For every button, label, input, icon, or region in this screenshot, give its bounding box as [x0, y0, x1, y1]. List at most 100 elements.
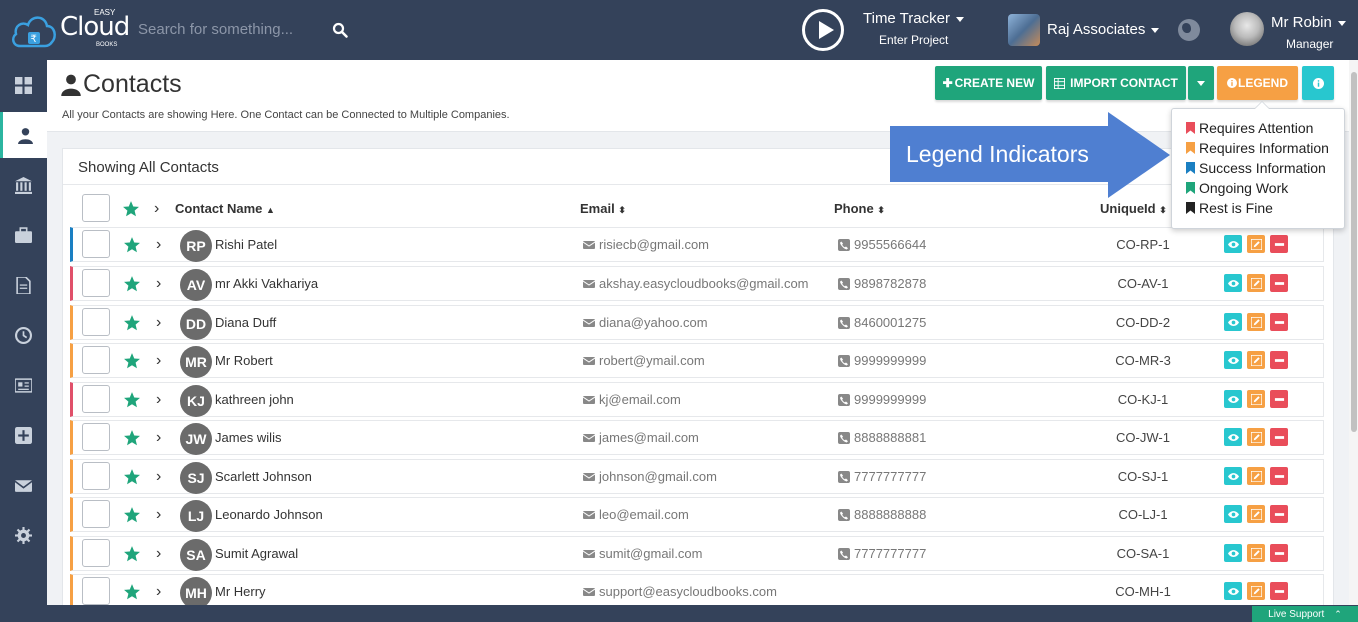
globe-icon[interactable]: [1178, 19, 1200, 41]
table-row[interactable]: › LJ Leonardo Johnson leo@email.com 88888888…: [70, 497, 1324, 532]
import-contact-button[interactable]: IMPORT CONTACT: [1046, 66, 1186, 100]
delete-button[interactable]: [1270, 544, 1288, 562]
sidebar-item-add[interactable]: [0, 412, 47, 458]
delete-button[interactable]: [1270, 313, 1288, 331]
edit-button[interactable]: [1247, 351, 1265, 369]
expand-row-chevron-icon[interactable]: ›: [156, 314, 161, 332]
legend-button[interactable]: LEGEND: [1217, 66, 1298, 100]
contact-name[interactable]: mr Akki Vakhariya: [215, 276, 318, 291]
contact-name[interactable]: Diana Duff: [215, 315, 276, 330]
table-row[interactable]: › MR Mr Robert robert@ymail.com 9999999999 CO…: [70, 343, 1324, 378]
search-input[interactable]: Search for something...: [138, 21, 293, 38]
contact-name[interactable]: Mr Robert: [215, 353, 273, 368]
view-button[interactable]: [1224, 582, 1242, 600]
row-checkbox[interactable]: [82, 230, 110, 258]
company-avatar[interactable]: [1008, 14, 1040, 46]
table-row[interactable]: › JW James wilis james@mail.com 8888888881 CO…: [70, 420, 1324, 455]
view-button[interactable]: [1224, 390, 1242, 408]
row-checkbox[interactable]: [82, 308, 110, 336]
view-button[interactable]: [1224, 544, 1242, 562]
enter-project-label[interactable]: Enter Project: [879, 33, 948, 47]
company-dropdown[interactable]: Raj Associates: [1047, 21, 1160, 38]
table-row[interactable]: › RP Rishi Patel risiecb@gmail.com 995556664…: [70, 227, 1324, 262]
edit-button[interactable]: [1247, 428, 1265, 446]
create-new-button[interactable]: ✚ CREATE NEW: [935, 66, 1042, 100]
star-icon[interactable]: [123, 314, 141, 332]
contact-name[interactable]: Leonardo Johnson: [215, 507, 323, 522]
edit-button[interactable]: [1247, 467, 1265, 485]
delete-button[interactable]: [1270, 582, 1288, 600]
view-button[interactable]: [1224, 235, 1242, 253]
row-checkbox[interactable]: [82, 500, 110, 528]
star-icon[interactable]: [123, 352, 141, 370]
user-avatar[interactable]: [1230, 12, 1264, 46]
sidebar-item-settings[interactable]: [0, 512, 47, 558]
expand-row-chevron-icon[interactable]: ›: [156, 583, 161, 601]
sidebar-item-news[interactable]: [0, 362, 47, 408]
column-header-name[interactable]: Contact Name ▲: [175, 201, 275, 216]
edit-button[interactable]: [1247, 544, 1265, 562]
row-checkbox[interactable]: [82, 577, 110, 605]
contact-name[interactable]: James wilis: [215, 430, 281, 445]
star-icon[interactable]: [123, 275, 141, 293]
sidebar-item-dashboard[interactable]: [0, 62, 47, 108]
delete-button[interactable]: [1270, 505, 1288, 523]
delete-button[interactable]: [1270, 351, 1288, 369]
sidebar-item-time[interactable]: [0, 312, 47, 358]
view-button[interactable]: [1224, 505, 1242, 523]
user-menu-dropdown[interactable]: Mr Robin: [1271, 14, 1346, 31]
star-icon[interactable]: [123, 545, 141, 563]
sidebar-item-documents[interactable]: [0, 262, 47, 308]
expand-row-chevron-icon[interactable]: ›: [156, 506, 161, 524]
time-tracker-dropdown[interactable]: Time Tracker: [863, 10, 964, 27]
star-icon[interactable]: [123, 468, 141, 486]
view-button[interactable]: [1224, 274, 1242, 292]
view-button[interactable]: [1224, 351, 1242, 369]
sidebar-item-mail[interactable]: [0, 462, 47, 508]
view-button[interactable]: [1224, 467, 1242, 485]
expand-row-chevron-icon[interactable]: ›: [156, 468, 161, 486]
row-checkbox[interactable]: [82, 269, 110, 297]
column-header-uniqueid[interactable]: UniqueId ⬍: [1100, 201, 1167, 216]
edit-button[interactable]: [1247, 274, 1265, 292]
table-row[interactable]: › SA Sumit Agrawal sumit@gmail.com 777777777…: [70, 536, 1324, 571]
select-all-checkbox[interactable]: [82, 194, 110, 222]
expand-row-chevron-icon[interactable]: ›: [156, 545, 161, 563]
sidebar-item-bank[interactable]: [0, 162, 47, 208]
app-logo[interactable]: ₹ Cloud EASY BOOKS: [8, 6, 130, 54]
edit-button[interactable]: [1247, 235, 1265, 253]
contact-name[interactable]: Scarlett Johnson: [215, 469, 312, 484]
table-row[interactable]: › DD Diana Duff diana@yahoo.com 8460001275 CO…: [70, 305, 1324, 340]
star-icon[interactable]: [123, 391, 141, 409]
delete-button[interactable]: [1270, 235, 1288, 253]
contact-name[interactable]: Sumit Agrawal: [215, 546, 298, 561]
sidebar-item-projects[interactable]: [0, 212, 47, 258]
table-row[interactable]: › KJ kathreen john kj@email.com 9999999999 CO…: [70, 382, 1324, 417]
expand-row-chevron-icon[interactable]: ›: [156, 352, 161, 370]
info-button[interactable]: [1302, 66, 1334, 100]
star-icon[interactable]: [122, 200, 140, 218]
row-checkbox[interactable]: [82, 346, 110, 374]
expand-row-chevron-icon[interactable]: ›: [156, 236, 161, 254]
contact-name[interactable]: kathreen john: [215, 392, 294, 407]
import-options-dropdown[interactable]: [1188, 66, 1214, 100]
live-support-button[interactable]: Live Support ⌃: [1252, 606, 1358, 622]
view-button[interactable]: [1224, 428, 1242, 446]
row-checkbox[interactable]: [82, 423, 110, 451]
delete-button[interactable]: [1270, 467, 1288, 485]
row-checkbox[interactable]: [82, 462, 110, 490]
search-icon[interactable]: [332, 22, 348, 38]
expand-row-chevron-icon[interactable]: ›: [156, 275, 161, 293]
star-icon[interactable]: [123, 236, 141, 254]
expand-row-chevron-icon[interactable]: ›: [156, 429, 161, 447]
view-button[interactable]: [1224, 313, 1242, 331]
delete-button[interactable]: [1270, 390, 1288, 408]
edit-button[interactable]: [1247, 313, 1265, 331]
delete-button[interactable]: [1270, 428, 1288, 446]
edit-button[interactable]: [1247, 390, 1265, 408]
column-header-email[interactable]: Email ⬍: [580, 201, 626, 216]
contact-name[interactable]: Mr Herry: [215, 584, 266, 599]
expand-all-chevron-icon[interactable]: ›: [154, 200, 159, 218]
play-timer-button[interactable]: [802, 9, 844, 51]
sidebar-item-contacts[interactable]: [0, 112, 47, 158]
